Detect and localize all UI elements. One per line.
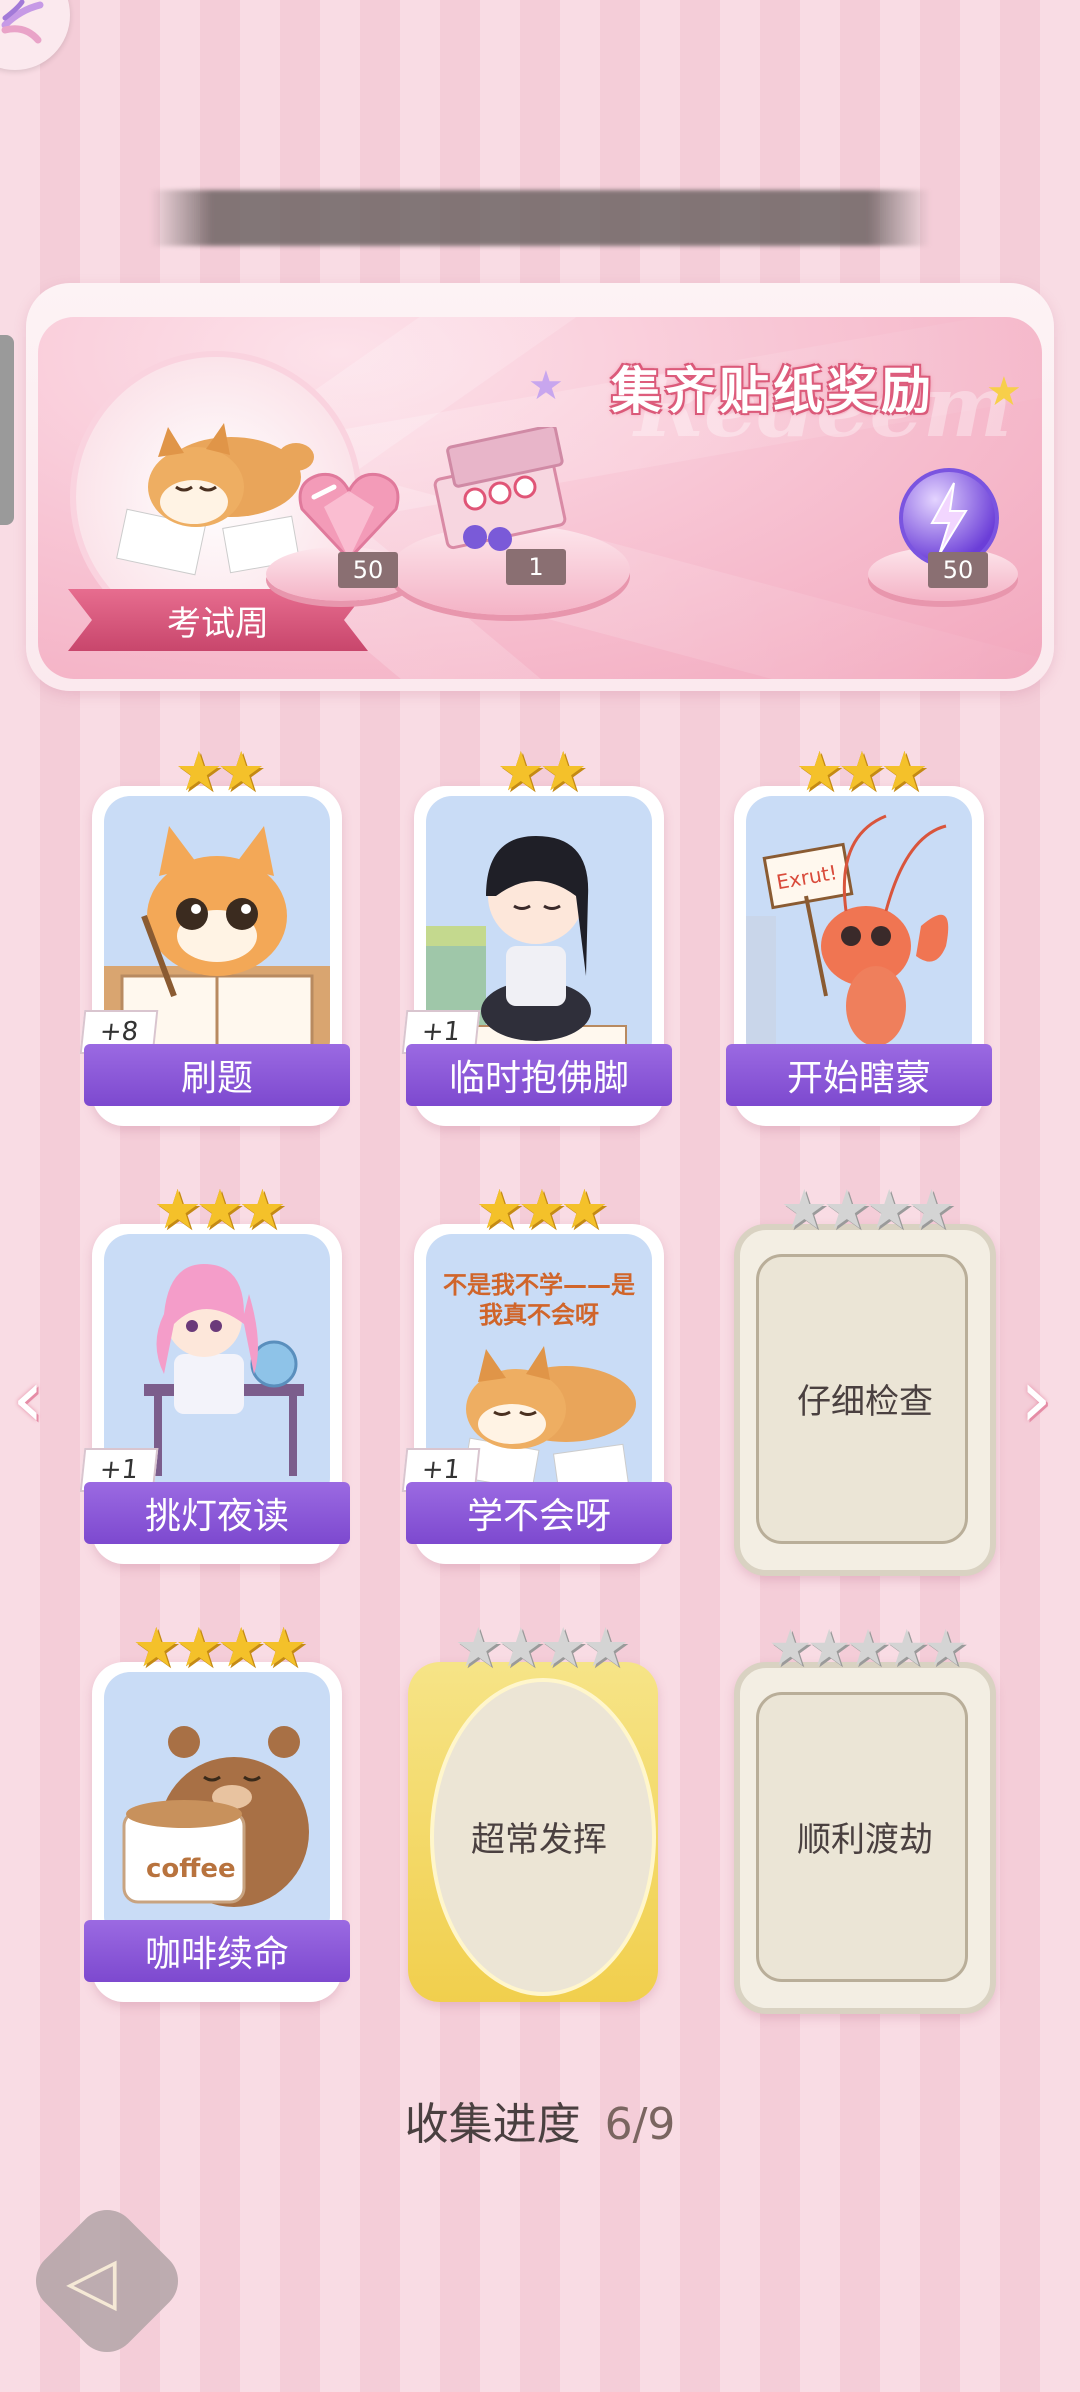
- sticker-card-locked[interactable]: ★★★★ 仔细检查: [734, 1182, 996, 1576]
- next-page-arrow-icon[interactable]: ›: [1020, 1352, 1052, 1445]
- rarity-stars: ★★: [496, 740, 588, 803]
- sticker-card[interactable]: ★★★ +1 挑灯夜读: [79, 1182, 350, 1564]
- cup-text: coffee: [146, 1854, 236, 1884]
- banner-title: 集齐贴纸奖励: [611, 362, 935, 420]
- progress-label: 收集进度: [404, 2099, 581, 2150]
- sticker-name: 开始瞎蒙: [726, 1044, 992, 1106]
- reward-banner: Redeem ★ ★ 集齐贴纸奖励 考试周 50 1 50: [26, 283, 1054, 691]
- sticker-card[interactable]: ★★ +1 临时抱佛脚: [401, 744, 672, 1126]
- rarity-stars: ★★★★: [132, 1616, 308, 1679]
- sticker-card-locked[interactable]: ★★★★ 超常发挥: [408, 1620, 664, 2002]
- collection-progress: 收集进度 6/9: [0, 2088, 1080, 2152]
- rarity-stars: ★★★★: [780, 1178, 956, 1241]
- rarity-stars: ★★★: [475, 1178, 608, 1241]
- shrimp-sign-icon: Exrut!: [746, 796, 972, 1066]
- side-drawer-handle[interactable]: [0, 335, 14, 525]
- sticker-name: 顺利渡劫: [797, 1820, 933, 1860]
- star-icon: ★: [986, 369, 1022, 415]
- blurred-title: [150, 190, 930, 246]
- rarity-stars: ★★★★★: [767, 1619, 968, 1677]
- rarity-stars: ★★★: [153, 1178, 286, 1241]
- sticker-name: 挑灯夜读: [84, 1482, 350, 1544]
- gift-box-icon[interactable]: [430, 427, 570, 567]
- sticker-card[interactable]: Exrut! ★★★ 开始瞎蒙: [726, 744, 992, 1126]
- bear-coffee-icon: coffee: [104, 1672, 330, 1942]
- sticker-card[interactable]: coffee ★★★★ 咖啡续命: [84, 1620, 350, 2002]
- reward-quantity: 1: [506, 549, 566, 585]
- sticker-name: 仔细检查: [797, 1382, 933, 1422]
- rarity-stars: ★★: [174, 740, 266, 803]
- prev-page-arrow-icon[interactable]: ‹: [12, 1352, 44, 1445]
- rarity-stars: ★★★: [795, 740, 928, 803]
- sticker-name: 咖啡续命: [84, 1920, 350, 1982]
- sticker-name: 刷题: [84, 1044, 350, 1106]
- rarity-stars: ★★★★: [454, 1616, 630, 1679]
- sticker-name: 临时抱佛脚: [406, 1044, 672, 1106]
- back-arrow-icon[interactable]: ◁: [66, 2242, 117, 2319]
- sticker-name: 学不会呀: [406, 1482, 672, 1544]
- pinwheel-icon: [1, 0, 44, 44]
- sticker-card[interactable]: ★★ +8 刷题: [79, 744, 350, 1126]
- sticker-name: 超常发挥: [471, 1820, 607, 1860]
- progress-value: 6/9: [604, 2099, 676, 2150]
- sticker-card-locked[interactable]: ★★★★★ 顺利渡劫: [734, 1620, 996, 2014]
- menu-button[interactable]: [0, 0, 70, 70]
- reward-quantity: 50: [338, 552, 398, 588]
- reward-quantity: 50: [928, 552, 988, 588]
- sticker-card[interactable]: 不是我不学——是我真不会呀 ★★★ +1 学不会呀: [401, 1182, 672, 1564]
